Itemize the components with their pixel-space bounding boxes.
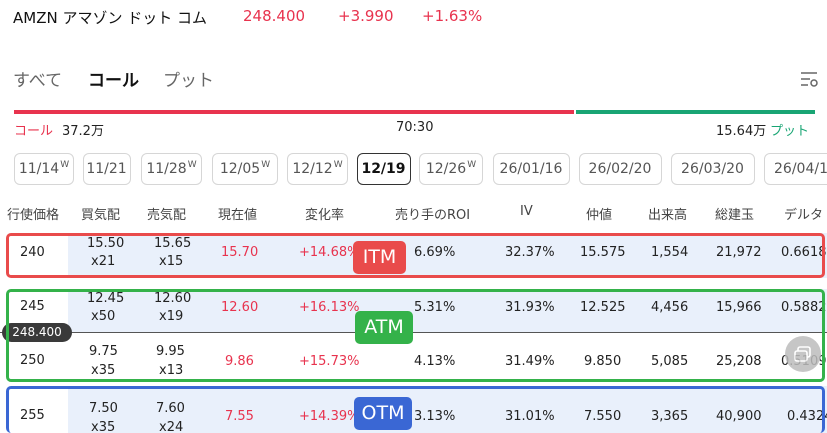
quote-header: AMZN アマゾン ドット コム 248.400 +3.990 +1.63% — [0, 0, 827, 36]
call-put-ratio: 70:30 — [396, 120, 434, 135]
col-delta[interactable]: デルタ — [784, 204, 823, 223]
last-price: 248.400 — [243, 7, 306, 25]
col-iv[interactable]: IV — [520, 204, 533, 219]
otm-highlight-box — [6, 386, 825, 433]
option-chain-header: 行使価格 買気配 売気配 現在値 変化率 売り手のROI IV 仲値 出来高 総… — [0, 204, 827, 224]
col-open-interest[interactable]: 総建玉 — [715, 204, 754, 223]
put-ratio-fill — [576, 110, 815, 114]
itm-label: ITM — [353, 241, 406, 274]
call-volume-value: 37.2万 — [62, 124, 104, 139]
atm-label: ATM — [355, 311, 413, 344]
atm-highlight-box — [6, 289, 825, 382]
price-change-percent: +1.63% — [422, 7, 483, 25]
col-strike[interactable]: 行使価格 — [7, 204, 59, 223]
col-volume[interactable]: 出来高 — [648, 204, 687, 223]
expiry-chip[interactable]: 26/04/1 — [764, 153, 827, 185]
copy-icon — [794, 346, 811, 362]
expiry-chip[interactable]: 11/21 — [83, 153, 131, 185]
expiry-chip-selected[interactable]: 12/19 — [357, 153, 411, 185]
expiry-chip[interactable]: 26/03/20 — [671, 153, 755, 185]
floating-action-button[interactable] — [785, 336, 821, 372]
expiry-chip[interactable]: 26/02/20 — [579, 153, 662, 185]
option-type-tabs: すべて コール プット — [0, 66, 827, 92]
symbol-name[interactable]: AMZN アマゾン ドット コム — [13, 7, 207, 28]
expiry-chip[interactable]: 11/14 W — [14, 153, 74, 185]
col-ask[interactable]: 売気配 — [147, 204, 186, 223]
otm-label: OTM — [354, 397, 412, 430]
put-volume-label: プット — [770, 124, 810, 139]
tab-all[interactable]: すべて — [13, 66, 62, 91]
expiry-chip[interactable]: 12/12 W — [287, 153, 348, 185]
col-change[interactable]: 変化率 — [305, 204, 344, 223]
call-volume-label: コール — [14, 124, 54, 139]
put-volume-value: 15.64万 — [716, 124, 767, 139]
expiry-chip[interactable]: 11/28 W — [141, 153, 202, 185]
col-mid[interactable]: 仲値 — [586, 204, 612, 223]
call-put-ratio-labels: コール 37.2万 70:30 15.64万 プット — [0, 120, 827, 139]
expiry-chip[interactable]: 12/05 W — [212, 153, 278, 185]
col-last[interactable]: 現在値 — [218, 204, 257, 223]
tab-call[interactable]: コール — [88, 66, 139, 91]
col-bid[interactable]: 買気配 — [81, 204, 120, 223]
price-change: +3.990 — [338, 7, 394, 25]
expiry-chip[interactable]: 26/01/16 — [493, 153, 570, 185]
itm-highlight-box — [6, 233, 825, 278]
expiry-chip[interactable]: 12/26 W — [419, 153, 483, 185]
col-seller-roi[interactable]: 売り手のROI — [395, 204, 470, 223]
call-put-ratio-bar — [14, 110, 815, 114]
expiry-date-selector: 11/14 W 11/21 11/28 W 12/05 W 12/12 W 12/19 … — [0, 153, 827, 187]
call-ratio-fill — [14, 110, 574, 114]
filter-settings-icon[interactable] — [799, 70, 819, 88]
tab-put[interactable]: プット — [163, 66, 214, 91]
